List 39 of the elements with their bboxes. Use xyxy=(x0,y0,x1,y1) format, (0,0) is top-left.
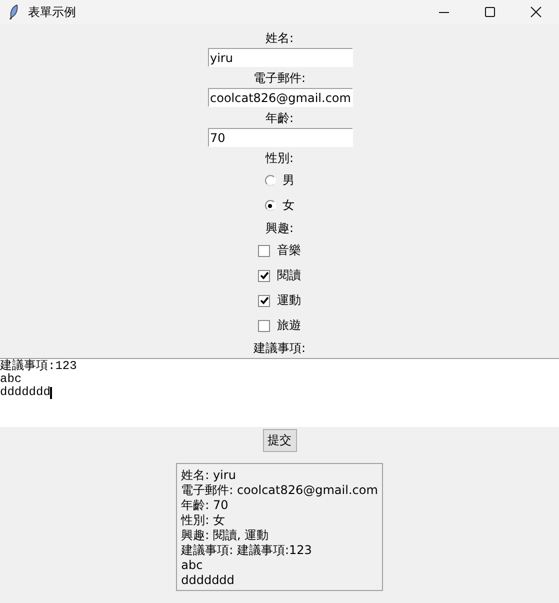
result-line: 興趣: 閱讀, 運動 xyxy=(181,528,270,543)
field-label: 姓名: xyxy=(265,30,294,46)
result-line: 年齡: 70 xyxy=(181,498,230,513)
text-area[interactable]: 建議事項:123 abc ddddddd xyxy=(0,358,559,427)
field-label: 性別: xyxy=(265,150,294,166)
field-label: 興趣: xyxy=(265,220,294,236)
text-line: 建議事項:123 xyxy=(0,360,77,373)
option-label: 運動 xyxy=(277,292,301,309)
radio-button[interactable] xyxy=(264,200,276,211)
field-label: 電子郵件: xyxy=(253,70,306,86)
result-line: 性別: 女 xyxy=(181,513,226,528)
checkbox[interactable] xyxy=(258,244,270,256)
maximize-icon xyxy=(484,6,496,18)
option-label: 閱讀 xyxy=(277,267,301,284)
result-line: 建議事項: 建議事項:123 xyxy=(181,543,313,558)
close-icon xyxy=(530,6,542,18)
field-label: 年齡: xyxy=(265,110,294,126)
result-line: 電子郵件: coolcat826@gmail.com xyxy=(181,483,378,498)
checkbox[interactable] xyxy=(258,320,270,332)
input-field[interactable]: yiru xyxy=(208,48,353,67)
text-line: abc xyxy=(0,373,22,386)
submit-button[interactable]: 提交 xyxy=(262,429,296,452)
input-field[interactable]: 70 xyxy=(208,128,353,147)
text-line: ddddddd xyxy=(0,386,50,399)
result-line: ddddddd xyxy=(181,573,236,588)
option-label: 女 xyxy=(282,197,294,214)
result-line: abc xyxy=(181,558,204,573)
field-label: 建議事項: xyxy=(253,340,306,356)
result-line: 姓名: yiru xyxy=(181,468,237,483)
option-label: 男 xyxy=(282,172,294,189)
text-cursor xyxy=(50,386,52,398)
option-label: 旅遊 xyxy=(277,317,301,334)
input-field[interactable]: coolcat826@gmail.com xyxy=(208,88,353,107)
radio-button[interactable] xyxy=(264,175,276,186)
feather-icon xyxy=(9,4,19,20)
option-label: 音樂 xyxy=(277,242,301,259)
window-title: 表單示例 xyxy=(28,4,76,20)
checkbox[interactable] xyxy=(258,270,270,282)
checkbox[interactable] xyxy=(258,294,270,306)
